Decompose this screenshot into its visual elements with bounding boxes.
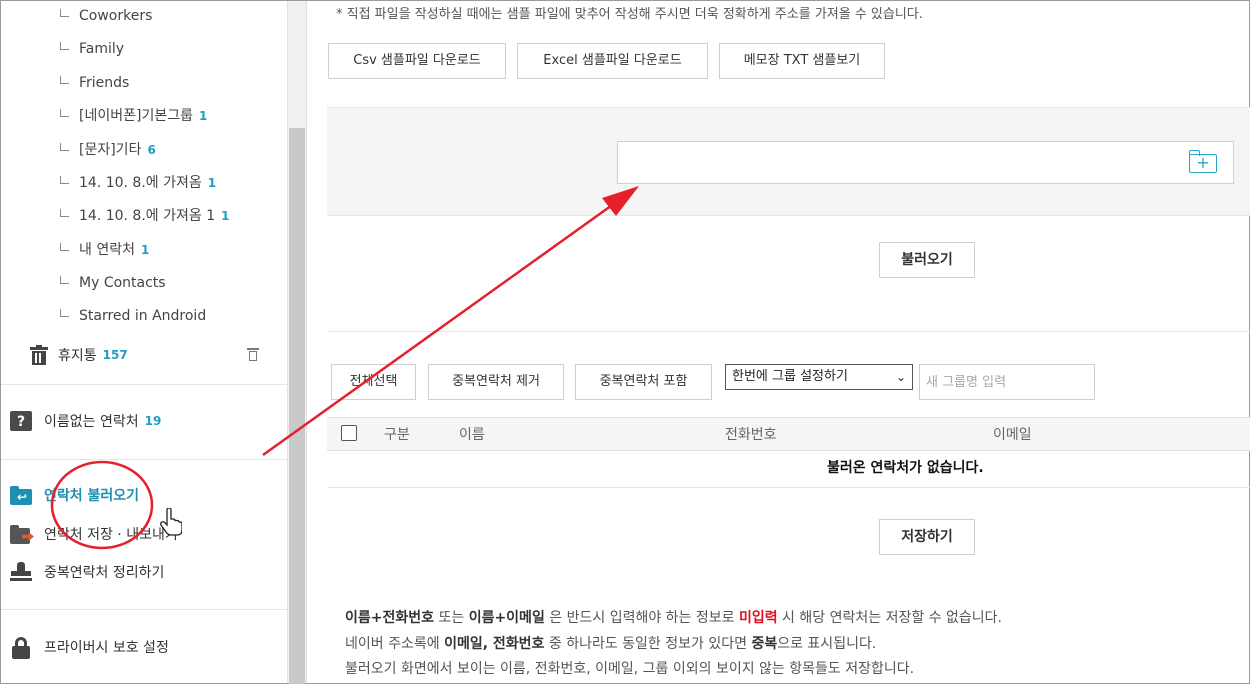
group-label: 내 연락처 [79,242,135,258]
tree-branch-icon [60,76,69,84]
sidebar-group-starred-android[interactable]: Starred in Android [60,306,206,326]
column-phone: 전화번호 [725,427,777,443]
folder-add-icon[interactable]: + [1189,150,1219,174]
unnamed-label: 이름없는 연락처 [44,414,139,430]
section-divider [327,331,1250,332]
tree-branch-icon [60,309,69,317]
sidebar-item-dedupe[interactable]: 중복연락처 정리하기 [10,562,164,582]
load-button[interactable]: 불러오기 [879,242,975,278]
dedupe-label: 중복연락처 정리하기 [44,565,165,581]
note-required-c: 이름+이메일 [468,610,545,626]
main-divider [306,1,307,683]
hand-cursor-icon [160,508,182,536]
group-label: [네이버폰]기본그룹 [79,108,193,124]
note-line-duplicate: 네이버 주소록에 이메일, 전화번호 중 하나라도 동일한 정보가 있다면 중복… [345,633,876,653]
chevron-down-icon: ⌄ [895,370,906,384]
sidebar-divider [1,384,288,385]
new-group-name-input[interactable] [919,364,1095,400]
tree-branch-icon [60,109,69,117]
table-divider [327,487,1250,488]
question-icon: ? [10,411,32,431]
note-line-hidden-fields: 불러오기 화면에서 보이는 이름, 전화번호, 이메일, 그룹 이외의 보이지 … [345,661,915,677]
group-setting-select[interactable]: 한번에 그룹 설정하기 ⌄ [725,364,913,390]
tree-branch-icon [60,42,69,50]
sidebar-group-naverphone[interactable]: [네이버폰]기본그룹 1 [60,106,207,126]
sidebar-item-import[interactable]: ↩ 연락처 불러오기 [10,485,139,505]
group-label: [문자]기타 [79,142,142,158]
column-name: 이름 [459,427,485,443]
sidebar-divider [1,609,288,610]
remove-duplicates-button[interactable]: 중복연락처 제거 [428,364,564,400]
group-label: 14. 10. 8.에 가져옴 1 [79,208,216,224]
sidebar-group-my-contacts-kr[interactable]: 내 연락처 1 [60,240,149,260]
sidebar-group-imported[interactable]: 14. 10. 8.에 가져옴 1 [60,173,216,193]
group-label: Friends [79,75,130,91]
note-dup-e: 으로 표시됩니다. [777,636,877,652]
sidebar-group-friends[interactable]: Friends [60,73,129,93]
trash-label: 휴지통 [58,348,97,364]
sidebar-group-family[interactable]: Family [60,39,124,59]
empty-trash-icon[interactable] [247,347,259,361]
empty-table-message: 불러온 연락처가 없습니다. [827,460,984,476]
group-label: My Contacts [79,275,166,291]
include-duplicates-button[interactable]: 중복연락처 포함 [575,364,712,400]
save-button[interactable]: 저장하기 [879,519,975,555]
sidebar-scrollbar-thumb[interactable] [289,128,305,684]
excel-sample-download-button[interactable]: Excel 샘플파일 다운로드 [517,43,708,79]
privacy-label: 프라이버시 보호 설정 [44,640,169,656]
note-dup-b: 이메일, 전화번호 [444,636,545,652]
sidebar-item-privacy[interactable]: 프라이버시 보호 설정 [10,637,169,659]
group-select-value: 한번에 그룹 설정하기 [732,369,848,384]
lock-icon [10,637,32,659]
note-dup-c: 중 하나라도 동일한 정보가 있다면 [544,636,752,652]
group-label: Coworkers [79,8,153,24]
unnamed-count: 19 [144,414,162,428]
tree-branch-icon [60,9,69,17]
note-dup-d: 중복 [751,636,778,652]
note-dup-a: 네이버 주소록에 [345,636,445,652]
folder-import-icon: ↩ [10,485,32,505]
group-count: 1 [221,209,230,223]
sidebar-divider [1,459,288,460]
tree-branch-icon [60,176,69,184]
csv-sample-download-button[interactable]: Csv 샘플파일 다운로드 [328,43,506,79]
note-required-a: 이름+전화번호 [345,610,435,626]
file-select-field[interactable] [617,141,1234,184]
trash-count: 157 [102,348,128,362]
sidebar-item-export[interactable]: 연락처 저장 · 내보내기 [10,524,178,544]
trash-icon [30,345,48,365]
txt-sample-view-button[interactable]: 메모장 TXT 샘플보기 [719,43,885,79]
folder-export-icon [10,524,34,544]
select-all-checkbox[interactable] [341,425,357,441]
sidebar-item-unnamed[interactable]: ? 이름없는 연락처 19 [10,411,161,431]
note-required-f: 시 해당 연락처는 저장할 수 없습니다. [777,610,1002,626]
tree-branch-icon [60,143,69,151]
tree-branch-icon [60,209,69,217]
group-count: 1 [140,243,150,257]
sidebar-group-coworkers[interactable]: Coworkers [60,6,152,26]
sidebar-group-imported-1[interactable]: 14. 10. 8.에 가져옴 1 1 [60,206,229,226]
sidebar-group-sms-other[interactable]: [문자]기타 6 [60,140,156,160]
tree-branch-icon [60,243,69,251]
import-label: 연락처 불러오기 [44,488,140,504]
note-required-missing: 미입력 [738,610,778,626]
sidebar-item-trash[interactable]: 휴지통 157 [30,344,128,366]
group-label: Family [79,41,125,57]
stamp-icon [10,562,32,582]
export-label: 연락처 저장 · 내보내기 [44,527,178,543]
group-count: 1 [198,109,208,123]
sample-notice: * 직접 파일을 작성하실 때에는 샘플 파일에 맞추어 작성해 주시면 더욱 … [336,7,923,22]
tree-branch-icon [60,276,69,284]
column-email: 이메일 [993,427,1032,443]
group-label: 14. 10. 8.에 가져옴 [79,175,202,191]
group-count: 1 [207,176,217,190]
select-all-button[interactable]: 전체선택 [331,364,416,400]
sidebar-group-my-contacts[interactable]: My Contacts [60,273,166,293]
note-line-required: 이름+전화번호 또는 이름+이메일 은 반드시 입력해야 하는 정보로 미입력 … [345,607,1002,627]
column-type: 구분 [384,427,410,443]
note-required-b: 또는 [434,610,469,626]
note-required-d: 은 반드시 입력해야 하는 정보로 [544,610,739,626]
group-count: 6 [147,143,156,157]
group-label: Starred in Android [79,308,207,324]
